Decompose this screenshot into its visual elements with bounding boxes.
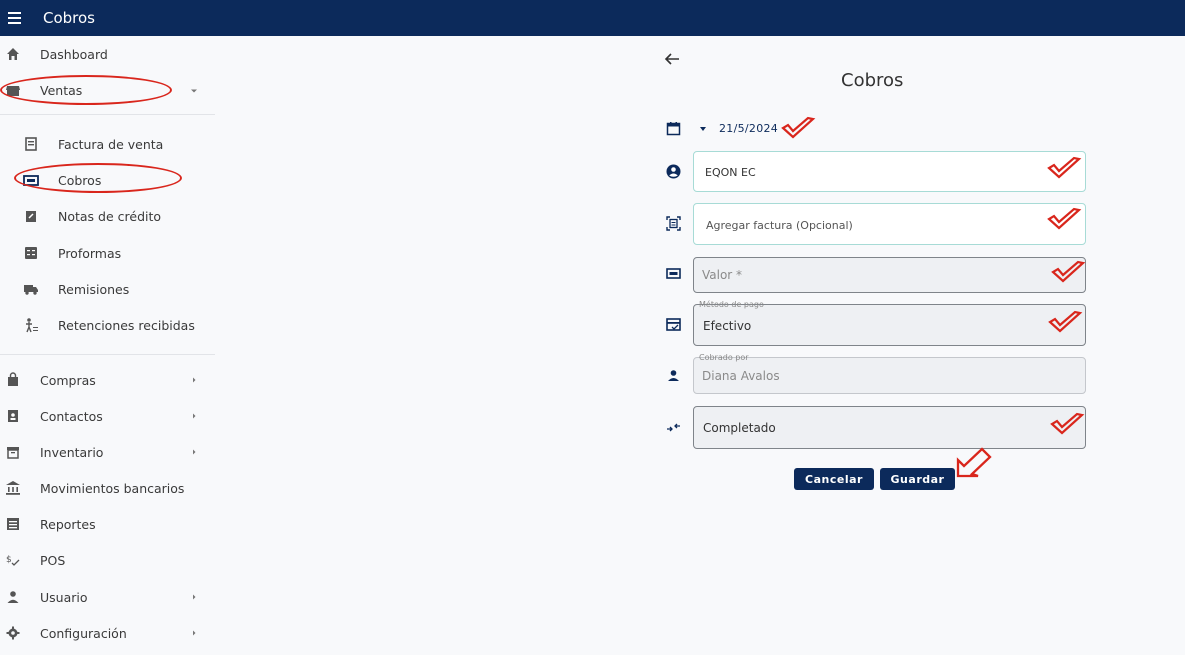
sidebar-item-label: Dashboard [40, 46, 108, 62]
chevron-down-icon[interactable] [700, 127, 706, 131]
person-list-icon [26, 318, 38, 333]
metodo-de-pago-label: Método de pago [699, 300, 764, 309]
sidebar-item-label: Factura de venta [58, 136, 164, 152]
page-title: Cobros [841, 70, 904, 91]
client-value: EQON EC [705, 166, 756, 179]
cobrado-por-label: Cobrado por [699, 353, 749, 362]
sidebar-item-label: Compras [40, 372, 96, 388]
invoice-placeholder: Agregar factura (Opcional) [706, 219, 853, 232]
metodo-de-pago-select[interactable]: Método de pago Efectivo [693, 300, 1086, 346]
receipt-icon [25, 137, 37, 151]
report-icon [7, 518, 19, 530]
metodo-de-pago-value: Efectivo [703, 319, 752, 333]
annotation-arrow-icon [956, 447, 992, 478]
price-check-icon: $ [6, 555, 20, 566]
calendar-icon [666, 122, 681, 136]
person-icon [7, 591, 19, 603]
chevron-down-icon [191, 89, 197, 93]
person-icon [668, 370, 679, 381]
sidebar: Dashboard Ventas Factura de venta Cobros… [0, 36, 215, 655]
cobrado-por-value: Diana Avalos [702, 369, 780, 383]
contact-book-icon [8, 410, 18, 422]
sidebar-item-usuario[interactable]: Usuario [0, 582, 215, 612]
sidebar-item-movimientos-bancarios[interactable]: Movimientos bancarios [0, 473, 215, 503]
save-button[interactable]: Guardar [880, 468, 955, 490]
compare-arrows-icon [667, 423, 680, 432]
cancel-button[interactable]: Cancelar [794, 468, 874, 490]
annotation-ellipse-cobros [14, 163, 182, 193]
sidebar-item-dashboard[interactable]: Dashboard [0, 39, 215, 69]
chevron-right-icon [193, 594, 196, 600]
cobrado-por-field: Cobrado por Diana Avalos [693, 353, 1086, 394]
sidebar-item-inventario[interactable]: Inventario [0, 437, 215, 467]
clipboard-icon [26, 211, 36, 222]
chevron-right-icon [193, 377, 196, 383]
chevron-right-icon [193, 630, 196, 636]
sidebar-item-proformas[interactable]: Proformas [0, 238, 215, 268]
app-bar: Cobros [0, 0, 1185, 36]
gear-icon [6, 626, 20, 640]
estado-select[interactable]: Completado [693, 406, 1086, 449]
payment-method-icon [666, 318, 681, 331]
document-scan-icon [666, 216, 681, 231]
sidebar-item-label: Movimientos bancarios [40, 480, 185, 496]
divider [0, 354, 215, 355]
estado-value: Completado [703, 421, 776, 435]
annotation-check-icon [1048, 310, 1083, 333]
annotation-check-icon [1050, 412, 1085, 435]
annotation-check-icon [1047, 156, 1082, 179]
sidebar-item-remisiones[interactable]: Remisiones [0, 274, 215, 304]
sidebar-item-label: Usuario [40, 589, 88, 605]
sidebar-item-label: Contactos [40, 408, 103, 424]
valor-placeholder: Valor * [702, 268, 743, 282]
sidebar-item-label: Remisiones [58, 281, 130, 297]
money-icon [666, 268, 681, 279]
archive-icon [7, 447, 19, 459]
back-arrow-icon[interactable] [664, 52, 680, 66]
sidebar-item-label: POS [40, 552, 66, 568]
sidebar-item-factura-de-venta[interactable]: Factura de venta [0, 129, 215, 159]
chevron-right-icon [193, 449, 196, 455]
home-icon [7, 48, 19, 60]
sidebar-item-label: Notas de crédito [58, 208, 162, 224]
account-circle-icon [666, 164, 681, 179]
sidebar-item-contactos[interactable]: Contactos [0, 401, 215, 431]
date-picker-value[interactable]: 21/5/2024 [719, 122, 778, 135]
annotation-ellipse-ventas [0, 75, 172, 105]
hamburger-menu-icon[interactable] [1, 0, 31, 36]
annotation-check-icon [1051, 260, 1086, 283]
bank-icon [6, 481, 20, 495]
calculator-icon [25, 247, 37, 259]
sidebar-item-compras[interactable]: Compras [0, 365, 215, 395]
sidebar-item-retenciones-recibidas[interactable]: Retenciones recibidas [0, 310, 215, 340]
sidebar-item-pos[interactable]: $ POS [0, 545, 215, 575]
sidebar-item-label: Inventario [40, 444, 104, 460]
invoice-field[interactable]: Agregar factura (Opcional) [693, 203, 1086, 245]
sidebar-item-configuracion[interactable]: Configuración [0, 618, 215, 648]
sidebar-item-label: Reportes [40, 516, 96, 532]
svg-text:$: $ [6, 555, 12, 565]
chevron-right-icon [193, 413, 196, 419]
annotation-check-icon [781, 116, 816, 139]
valor-input[interactable]: Valor * [693, 257, 1086, 293]
sidebar-item-label: Retenciones recibidas [58, 317, 195, 333]
client-field[interactable]: EQON EC [693, 151, 1086, 192]
sidebar-item-label: Configuración [40, 625, 127, 641]
sidebar-item-notas-de-credito[interactable]: Notas de crédito [0, 201, 215, 231]
shopping-bag-icon [8, 372, 18, 386]
app-title: Cobros [43, 9, 96, 27]
annotation-check-icon [1047, 207, 1082, 230]
divider [0, 114, 215, 115]
sidebar-item-reportes[interactable]: Reportes [0, 509, 215, 539]
truck-icon [24, 285, 38, 295]
sidebar-item-label: Proformas [58, 245, 122, 261]
